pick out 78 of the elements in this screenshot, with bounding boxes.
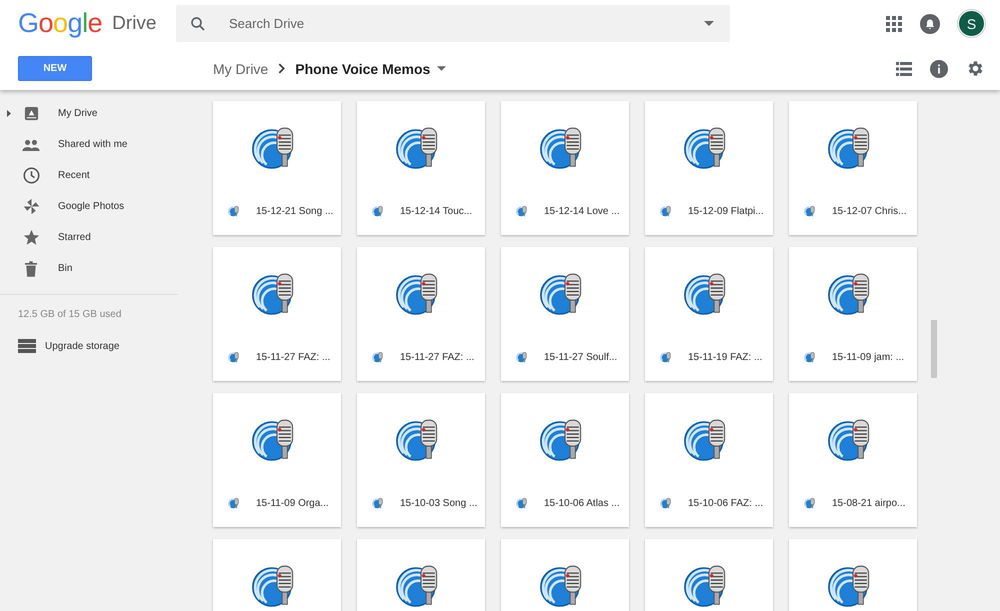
globe-microphone-icon: [660, 350, 673, 364]
file-card[interactable]: 15-12-14 Love ...: [501, 101, 629, 235]
upgrade-storage-link[interactable]: Upgrade storage: [0, 339, 200, 353]
file-name: 15-11-09 Orga...: [256, 498, 329, 508]
dropdown-caret-icon[interactable]: [437, 66, 446, 71]
globe-microphone-icon: [372, 350, 385, 364]
globe-microphone-icon: [372, 496, 385, 510]
file-card[interactable]: 15-11-19 FAZ: ...: [645, 247, 773, 381]
file-card[interactable]: 15-10-06 FAZ: ...: [645, 393, 773, 527]
breadcrumb-item[interactable]: Phone Voice Memos: [295, 60, 430, 76]
file-card[interactable]: 15-11-27 FAZ: ...: [213, 247, 341, 381]
globe-microphone-icon: [660, 204, 673, 218]
file-card[interactable]: 15-12-07 Chris...: [789, 101, 917, 235]
sidebar-item[interactable]: My Drive: [0, 98, 200, 129]
user-avatar[interactable]: S: [958, 10, 985, 37]
settings-icon[interactable]: [966, 59, 985, 78]
file-card[interactable]: 15-11-27 Soulf...: [501, 247, 629, 381]
storage-usage-text: 12.5 GB of 15 GB used: [17, 308, 122, 322]
sidebar-item[interactable]: Shared with me: [0, 129, 200, 160]
globe-microphone-icon: [660, 496, 673, 510]
people-icon: [22, 138, 40, 150]
file-name: 15-12-14 Love ...: [544, 206, 620, 216]
globe-microphone-icon: [228, 496, 241, 510]
file-name: 15-10-06 FAZ: ...: [688, 498, 764, 508]
file-name: 15-10-06 Atlas ...: [544, 498, 620, 508]
pinwheel-icon: [22, 198, 40, 215]
file-name: 15-10-03 Song ...: [400, 498, 478, 508]
globe-microphone-icon: [804, 350, 817, 364]
file-card[interactable]: 15-11-09 Orga...: [213, 393, 341, 527]
file-name: 15-11-27 Soulf...: [544, 352, 618, 362]
file-name: 15-12-09 Flatpi...: [688, 206, 764, 216]
file-card[interactable]: 15-12-14 Touc...: [357, 101, 485, 235]
globe-microphone-icon: [228, 350, 241, 364]
sidebar-item[interactable]: Starred: [0, 222, 200, 253]
list-view-icon[interactable]: [896, 62, 912, 76]
file-card[interactable]: 15-10-06 Atlas ...: [501, 393, 629, 527]
search-field[interactable]: Search Drive: [176, 5, 730, 42]
file-name: 15-12-21 Song ...: [256, 206, 334, 216]
file-name: 15-11-19 FAZ: ...: [688, 352, 762, 362]
file-name: 15-11-27 FAZ: ...: [400, 352, 474, 362]
notification-bell-icon[interactable]: [920, 14, 940, 34]
globe-microphone-icon: [516, 204, 529, 218]
drive-icon: [24, 106, 38, 121]
file-name: 15-12-07 Chris...: [832, 206, 906, 216]
file-name: 15-08-21 airpo...: [832, 498, 906, 508]
expand-arrow-icon[interactable]: [7, 110, 11, 117]
trash-icon: [25, 260, 37, 276]
caret-icon[interactable]: [704, 21, 714, 26]
file-card[interactable]: 15-11-09 jam: ...: [789, 247, 917, 381]
storage-stack-icon: [18, 339, 36, 353]
globe-microphone-icon: [228, 204, 241, 218]
file-name: 15-11-09 jam: ...: [832, 352, 904, 362]
scrollbar-thumb[interactable]: [931, 320, 937, 378]
clock-icon: [22, 167, 40, 184]
globe-microphone-icon: [372, 204, 385, 218]
file-card[interactable]: 15-08-21 airpo...: [789, 393, 917, 527]
globe-microphone-icon: [804, 496, 817, 510]
product-name: Drive: [112, 12, 156, 34]
new-button[interactable]: NEW: [18, 56, 92, 81]
file-card[interactable]: 15-12-21 Song ...: [213, 101, 341, 235]
globe-microphone-icon: [516, 350, 529, 364]
sidebar-item[interactable]: Bin: [0, 253, 200, 284]
apps-grid-icon[interactable]: [886, 16, 902, 32]
star-icon: [22, 229, 40, 246]
file-name: 15-11-27 FAZ: ...: [256, 352, 330, 362]
file-name: 15-12-14 Touc...: [400, 206, 472, 216]
chevron-right-icon: [278, 63, 286, 74]
breadcrumb-item[interactable]: My Drive: [213, 60, 268, 76]
search-icon: [189, 15, 207, 33]
file-card[interactable]: 15-10-03 Song ...: [357, 393, 485, 527]
sidebar-item[interactable]: Google Photos: [0, 191, 200, 222]
globe-microphone-icon: [516, 496, 529, 510]
file-card[interactable]: 15-11-27 FAZ: ...: [357, 247, 485, 381]
globe-microphone-icon: [804, 204, 817, 218]
file-card[interactable]: 15-12-09 Flatpi...: [645, 101, 773, 235]
info-icon[interactable]: [930, 60, 948, 78]
google-logo: Google: [18, 8, 102, 39]
sidebar-item[interactable]: Recent: [0, 160, 200, 191]
